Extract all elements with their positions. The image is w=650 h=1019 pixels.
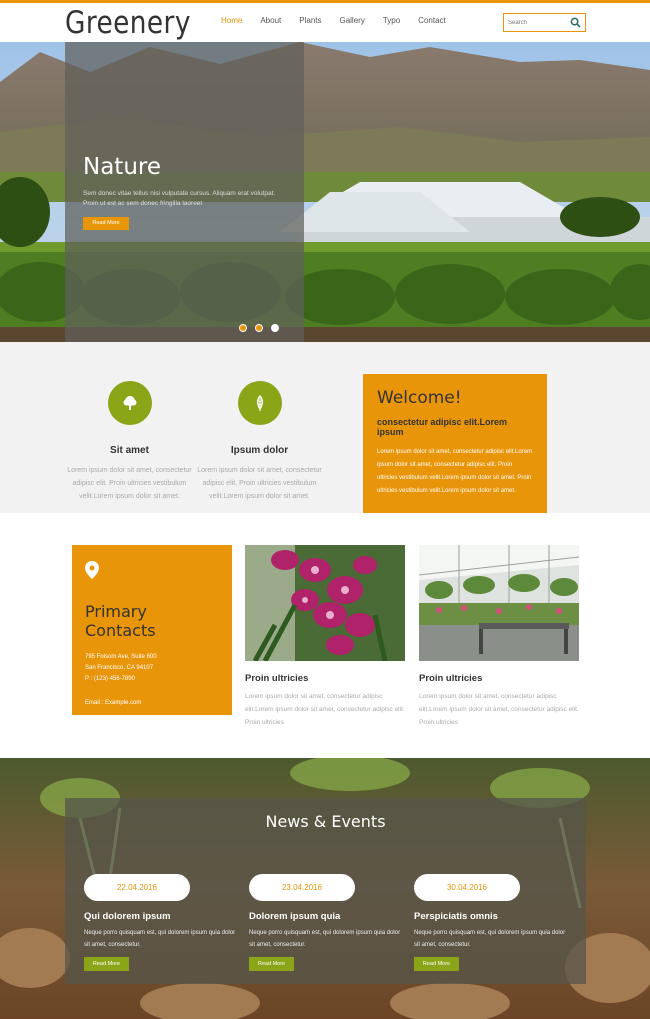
welcome-box: Welcome! consectetur adipisc elit.Lorem … bbox=[363, 374, 547, 513]
card-text: Lorem ipsum dolor sit amet, consectetur … bbox=[245, 693, 405, 726]
search-box bbox=[503, 13, 586, 32]
hero-title: Nature bbox=[83, 154, 161, 180]
primary-contacts-box: Primary Contacts 795 Folsom Ave, Suite 6… bbox=[72, 545, 232, 715]
feature-title: Ipsum dolor bbox=[230, 445, 289, 456]
nav-typo[interactable]: Typo bbox=[383, 16, 400, 25]
map-pin-icon bbox=[85, 561, 99, 579]
card-title[interactable]: Proin ultricies bbox=[419, 673, 579, 684]
nav-home[interactable]: Home bbox=[221, 16, 242, 25]
welcome-text: Lorem ipsum dolor sit amet, consectetur … bbox=[377, 449, 533, 494]
news-date: 30.04.2016 bbox=[414, 874, 520, 901]
card-text: Lorem ipsum dolor sit amet, consectetur … bbox=[419, 693, 579, 726]
nav-about[interactable]: About bbox=[260, 16, 281, 25]
leaf-icon bbox=[237, 381, 282, 425]
gallery-card: Proin ultricies Lorem ipsum dolor sit am… bbox=[419, 545, 579, 729]
news-read-more-button[interactable]: Read More bbox=[414, 957, 459, 971]
news-title: News & Events bbox=[265, 812, 386, 831]
feature-text: Lorem ipsum dolor sit amet, consectetur … bbox=[197, 467, 322, 500]
slider-dots bbox=[239, 324, 279, 332]
contacts-title: Primary Contacts bbox=[85, 602, 156, 640]
site-logo[interactable]: Greenery bbox=[65, 5, 191, 41]
hero-caption-panel: Nature Sem donec vitae tellus nisi vulpu… bbox=[65, 42, 304, 342]
news-read-more-button[interactable]: Read More bbox=[249, 957, 294, 971]
search-input[interactable] bbox=[508, 17, 570, 29]
welcome-subtitle: consectetur adipisc elit.Lorem ipsum bbox=[377, 417, 508, 437]
news-section: News & Events 22.04.2016 Qui dolorem ips… bbox=[0, 758, 650, 1019]
feature-text: Lorem ipsum dolor sit amet, consectetur … bbox=[67, 467, 192, 500]
news-item-text: Neque porro quisquam est, qui dolorem ip… bbox=[84, 930, 236, 948]
greenhouse-image[interactable] bbox=[419, 545, 579, 661]
nav-contact[interactable]: Contact bbox=[418, 16, 446, 25]
news-item-title[interactable]: Perspiciatis omnis bbox=[414, 911, 566, 922]
contacts-address: 795 Folsom Ave, Suite 600 San Francisco,… bbox=[85, 652, 219, 685]
main-nav: Home About Plants Gallery Typo Contact bbox=[221, 16, 464, 25]
welcome-title: Welcome! bbox=[377, 388, 462, 408]
email-link[interactable]: Example.com bbox=[105, 700, 141, 706]
address-line-1: 795 Folsom Ave, Suite 600 bbox=[85, 654, 157, 660]
hero-text: Sem donec vitae tellus nisi vulputate cu… bbox=[83, 190, 276, 207]
news-item: 30.04.2016 Perspiciatis omnis Neque porr… bbox=[414, 874, 566, 971]
news-date: 23.04.2016 bbox=[249, 874, 355, 901]
header: Greenery Home About Plants Gallery Typo … bbox=[0, 3, 650, 42]
orchid-image[interactable] bbox=[245, 545, 405, 661]
contacts-email-row: Email : Example.com bbox=[85, 700, 219, 706]
nav-plants[interactable]: Plants bbox=[299, 16, 321, 25]
tree-icon bbox=[107, 381, 152, 425]
news-item-text: Neque porro quisquam est, qui dolorem ip… bbox=[414, 930, 566, 948]
email-label: Email : bbox=[85, 700, 104, 706]
feature-item: Sit amet Lorem ipsum dolor sit amet, con… bbox=[57, 381, 202, 503]
slider-dot-3[interactable] bbox=[271, 324, 279, 332]
feature-item: Ipsum dolor Lorem ipsum dolor sit amet, … bbox=[187, 381, 332, 503]
slider-dot-1[interactable] bbox=[239, 324, 247, 332]
news-date: 22.04.2016 bbox=[84, 874, 190, 901]
news-panel: News & Events 22.04.2016 Qui dolorem ips… bbox=[65, 798, 586, 984]
news-item: 22.04.2016 Qui dolorem ipsum Neque porro… bbox=[84, 874, 236, 971]
hero-slider: Nature Sem donec vitae tellus nisi vulpu… bbox=[0, 42, 650, 342]
address-line-2: San Francisco, CA 94107 bbox=[85, 665, 154, 671]
slider-dot-2[interactable] bbox=[255, 324, 263, 332]
features-section: Sit amet Lorem ipsum dolor sit amet, con… bbox=[0, 342, 650, 513]
news-item-text: Neque porro quisquam est, qui dolorem ip… bbox=[249, 930, 401, 948]
news-item: 23.04.2016 Dolorem ipsum quia Neque porr… bbox=[249, 874, 401, 971]
nav-gallery[interactable]: Gallery bbox=[339, 16, 364, 25]
search-icon[interactable] bbox=[570, 17, 581, 28]
news-item-title[interactable]: Qui dolorem ipsum bbox=[84, 911, 236, 922]
feature-title: Sit amet bbox=[110, 445, 149, 456]
phone: P : (123) 456-7890 bbox=[85, 676, 135, 682]
news-item-title[interactable]: Dolorem ipsum quia bbox=[249, 911, 401, 922]
news-read-more-button[interactable]: Read More bbox=[84, 957, 129, 971]
gallery-card: Proin ultricies Lorem ipsum dolor sit am… bbox=[245, 545, 405, 729]
hero-read-more-button[interactable]: Read More bbox=[83, 217, 129, 230]
card-title[interactable]: Proin ultricies bbox=[245, 673, 405, 684]
